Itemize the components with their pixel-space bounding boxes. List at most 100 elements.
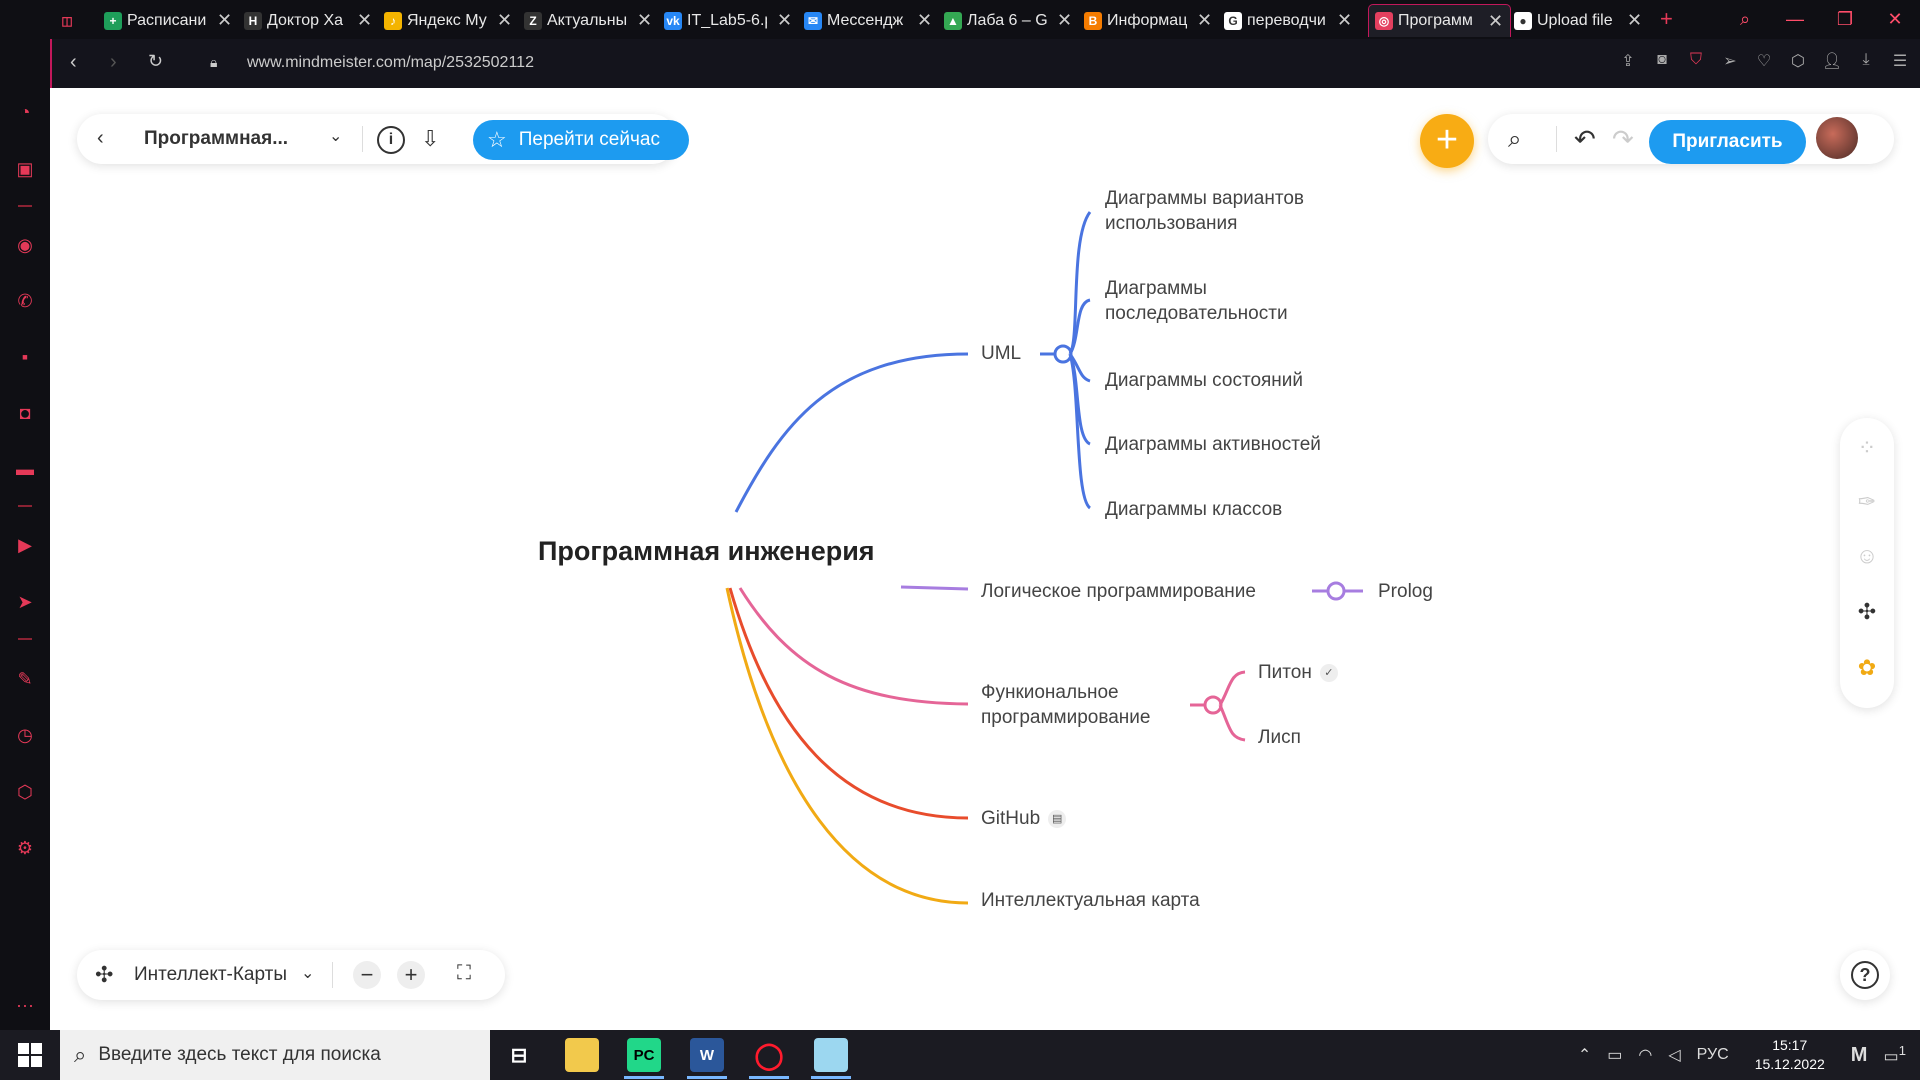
node-uml-child[interactable]: Диаграммы активностей	[1105, 432, 1321, 457]
tab-close-icon[interactable]: ✕	[1488, 11, 1503, 32]
discord-icon[interactable]: ▬	[13, 457, 37, 481]
shopping-icon[interactable]: ▣	[13, 157, 37, 181]
tab-close-icon[interactable]: ✕	[777, 10, 792, 31]
volume-icon[interactable]: ◁	[1668, 1045, 1680, 1065]
tab-search-icon[interactable]: ⌕	[1720, 9, 1770, 30]
downloads-icon[interactable]: ⤓	[1856, 51, 1876, 71]
clock[interactable]: 15:17 15.12.2022	[1755, 1036, 1825, 1074]
node-functional[interactable]: Функиональное программирование	[981, 680, 1181, 730]
url-field[interactable]: www.mindmeister.com/map/2532502112	[247, 54, 534, 72]
speed-dial-icon[interactable]: ◔	[13, 100, 37, 124]
node-prolog[interactable]: Prolog	[1378, 579, 1433, 604]
style-brush-icon[interactable]: ✑	[1853, 488, 1881, 516]
tab-workspace[interactable]: ◫	[58, 4, 81, 37]
vk-icon[interactable]: ▪	[13, 345, 37, 369]
node-uml-child[interactable]: Диаграммы вариантов использования	[1105, 186, 1335, 236]
tab-close-icon[interactable]: ✕	[1627, 10, 1642, 31]
app-logo-icon[interactable]: M	[1851, 1044, 1868, 1067]
notifications-icon[interactable]: ▭1	[1883, 1043, 1906, 1066]
search-icon[interactable]: ⌕	[1508, 126, 1521, 154]
help-button[interactable]: ?	[1840, 950, 1890, 1000]
browser-tab[interactable]: ♪ Яндекс Му ✕	[384, 4, 520, 37]
undo-icon[interactable]: ↶	[1574, 124, 1596, 155]
reload-icon[interactable]: ↻	[148, 51, 163, 72]
browser-tab[interactable]: H Доктор Ха ✕	[244, 4, 380, 37]
adblock-shield-icon[interactable]: ⛉	[1686, 51, 1706, 71]
theme-palette-icon[interactable]: ✿	[1853, 654, 1881, 682]
pycharm-icon[interactable]: PC	[627, 1038, 661, 1072]
node-github[interactable]: GitHub ▤	[981, 806, 1067, 831]
extensions-icon[interactable]: ⬡	[13, 780, 37, 804]
share-icon[interactable]: ⇪	[1618, 51, 1638, 71]
root-node[interactable]: Программная инженерия	[538, 536, 875, 567]
mindmap-structure-icon[interactable]: ✣	[1853, 598, 1881, 626]
tab-close-icon[interactable]: ✕	[1197, 10, 1212, 31]
map-title[interactable]: Программная...	[144, 128, 288, 150]
tab-close-icon[interactable]: ✕	[497, 10, 512, 31]
player-icon[interactable]: ▶	[13, 533, 37, 557]
close-window-icon[interactable]: ✕	[1870, 9, 1920, 30]
browser-tab[interactable]: ✉ Мессендж ✕	[804, 4, 940, 37]
more-icon[interactable]: ···	[13, 993, 37, 1017]
cloud-download-icon[interactable]: ⇩	[421, 126, 439, 152]
send-icon[interactable]: ➤	[13, 590, 37, 614]
node-uml-child[interactable]: Диаграммы состояний	[1105, 368, 1303, 393]
tab-close-icon[interactable]: ✕	[217, 10, 232, 31]
forward-nav-icon[interactable]: ›	[110, 51, 117, 74]
node-lisp[interactable]: Лисп	[1258, 725, 1301, 750]
notes-app-icon[interactable]	[814, 1038, 848, 1072]
windows-start-icon[interactable]	[18, 1043, 42, 1067]
browser-tab[interactable]: B Информац ✕	[1084, 4, 1220, 37]
node-intel[interactable]: Интеллектуальная карта	[981, 888, 1200, 913]
view-mode-select[interactable]: Интеллект-Карты	[134, 964, 287, 986]
emoji-icon[interactable]: ☺	[1853, 542, 1881, 570]
node-uml[interactable]: UML	[981, 341, 1021, 366]
tab-close-icon[interactable]: ✕	[357, 10, 372, 31]
bookmark-heart-icon[interactable]: ♡	[1754, 51, 1774, 71]
back-nav-icon[interactable]: ‹	[70, 51, 77, 74]
back-to-dashboard-icon[interactable]: ‹	[97, 127, 104, 150]
invite-button[interactable]: Пригласить	[1649, 120, 1806, 164]
wifi-icon[interactable]: ◠	[1638, 1045, 1652, 1065]
account-icon[interactable]: 👤︎	[1822, 51, 1842, 71]
browser-tab[interactable]: Z Актуальны ✕	[524, 4, 660, 37]
node-python[interactable]: Питон ✓	[1258, 660, 1338, 685]
add-topic-button[interactable]: +	[1420, 114, 1474, 168]
easy-setup-icon[interactable]: ☰	[1890, 51, 1910, 71]
restore-icon[interactable]: ❐	[1820, 9, 1870, 30]
taskbar-search[interactable]: ⌕ Введите здесь текст для поиска	[60, 1030, 490, 1080]
pinboard-icon[interactable]: ✎	[13, 667, 37, 691]
history-icon[interactable]: ◷	[13, 723, 37, 747]
snapshot-icon[interactable]: ◙	[1652, 51, 1672, 71]
browser-tab[interactable]: vk IT_Lab5-6.p ✕	[664, 4, 800, 37]
browser-tab[interactable]: + Расписани ✕	[104, 4, 240, 37]
browser-tab[interactable]: ◎ Программ ✕	[1368, 4, 1511, 37]
chevron-down-icon[interactable]: ⌄	[329, 126, 342, 146]
chevron-down-icon[interactable]: ⌄	[301, 963, 314, 983]
browser-tab[interactable]: ● Upload file ✕	[1514, 4, 1650, 37]
redo-icon[interactable]: ↷	[1612, 124, 1634, 155]
flow-send-icon[interactable]: ➢	[1720, 51, 1740, 71]
whatsapp-icon[interactable]: ✆	[13, 289, 37, 313]
tray-overflow-icon[interactable]: ⌃	[1578, 1045, 1591, 1065]
new-tab-plus-icon[interactable]: +	[1660, 6, 1673, 32]
node-uml-child[interactable]: Диаграммы классов	[1105, 497, 1282, 522]
settings-gear-icon[interactable]: ⚙	[13, 836, 37, 860]
word-icon[interactable]: W	[690, 1038, 724, 1072]
minimize-icon[interactable]: —	[1770, 9, 1820, 30]
node-uml-child[interactable]: Диаграммы последовательности	[1105, 276, 1325, 326]
cube-icon[interactable]: ⬡	[1788, 51, 1808, 71]
opera-icon[interactable]: ◯	[752, 1038, 786, 1072]
browser-tab[interactable]: Gпереводчи ✕	[1224, 4, 1360, 37]
task-view-icon[interactable]: ⊟	[502, 1038, 536, 1072]
instagram-icon[interactable]: ◘	[13, 401, 37, 425]
tab-close-icon[interactable]: ✕	[1057, 10, 1072, 31]
tab-close-icon[interactable]: ✕	[917, 10, 932, 31]
fit-to-screen-icon[interactable]: ⛶	[457, 962, 471, 985]
language-indicator[interactable]: РУС	[1697, 1046, 1729, 1064]
file-explorer-icon[interactable]	[565, 1038, 599, 1072]
layout-icon[interactable]: ⁘	[1853, 434, 1881, 462]
avatar[interactable]	[1816, 117, 1858, 159]
goto-now-button[interactable]: ☆ Перейти сейчас	[473, 120, 689, 160]
node-logic[interactable]: Логическое программирование	[981, 579, 1256, 604]
